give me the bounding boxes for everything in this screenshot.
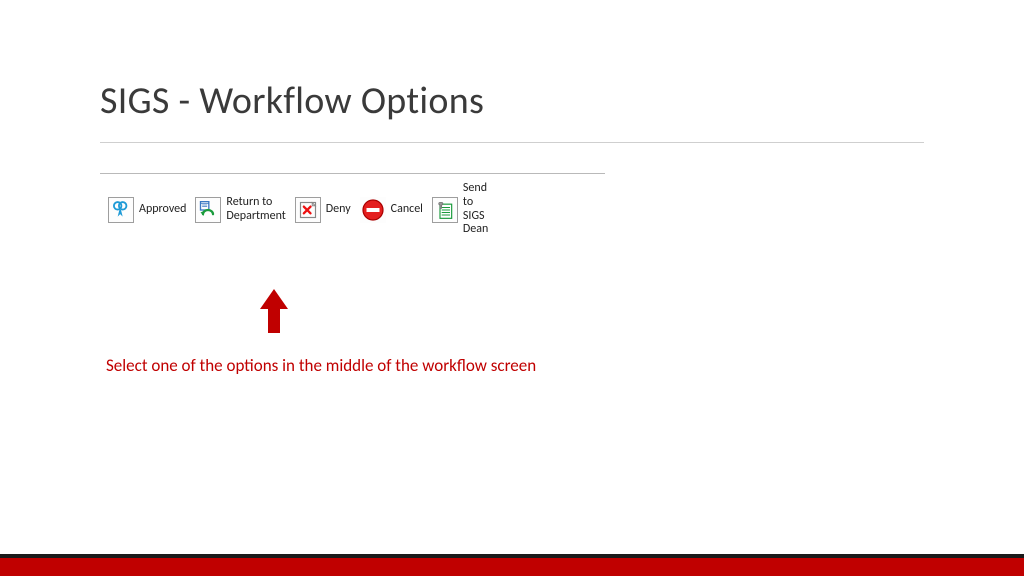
title-divider (100, 142, 924, 143)
return-icon (195, 197, 221, 223)
send-label: Send to SIGS Dean (463, 182, 488, 237)
send-button[interactable]: Send to SIGS Dean (430, 180, 490, 239)
approved-icon (108, 197, 134, 223)
cancel-button[interactable]: Cancel (358, 195, 425, 225)
page-title: SIGS - Workflow Options (100, 78, 924, 124)
approved-button[interactable]: Approved (106, 195, 188, 225)
slide: SIGS - Workflow Options Approved (0, 0, 1024, 576)
instruction-text: Select one of the options in the middle … (106, 355, 924, 376)
send-icon (432, 197, 458, 223)
deny-label: Deny (326, 203, 351, 217)
pointer-arrow (260, 289, 924, 333)
bottom-accent-red (0, 558, 1024, 576)
workflow-toolbar-wrap: Approved Return to Department (100, 173, 605, 245)
return-label: Return to Department (226, 196, 285, 224)
deny-icon (295, 197, 321, 223)
cancel-icon (360, 197, 386, 223)
deny-button[interactable]: Deny (293, 195, 353, 225)
return-button[interactable]: Return to Department (193, 194, 287, 226)
cancel-label: Cancel (391, 203, 423, 217)
workflow-toolbar: Approved Return to Department (106, 180, 599, 239)
approved-label: Approved (139, 203, 186, 217)
